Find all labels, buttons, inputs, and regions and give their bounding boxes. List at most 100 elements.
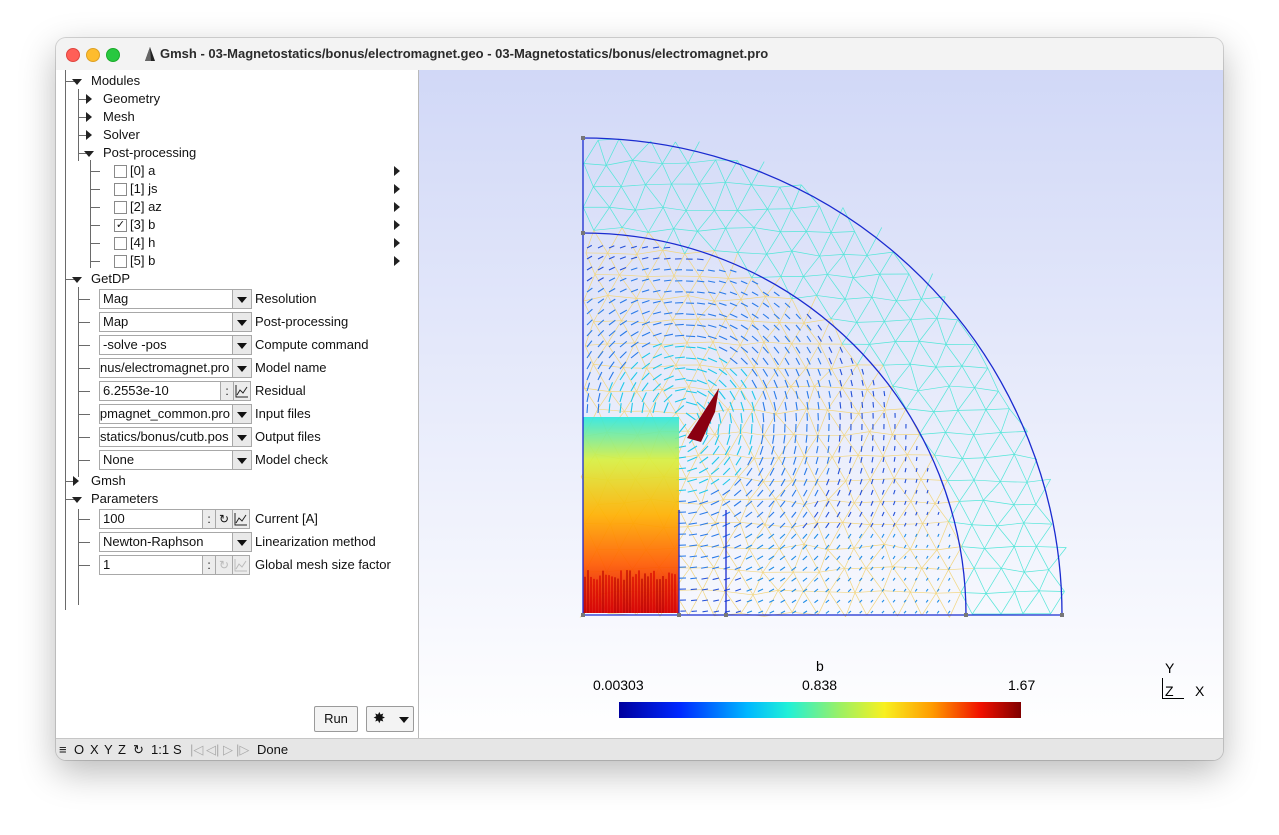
tree-item-solver[interactable]: Solver [103,127,140,142]
last-step-icon[interactable]: |▷ [236,739,249,760]
view-1-label: [1] js [130,181,158,196]
run-button[interactable]: Run [314,706,358,732]
mesh-edge [686,475,711,479]
rotate-icon[interactable]: ↻ [133,739,144,760]
expand-gmsh-icon[interactable] [73,476,79,486]
mesh-edge [609,207,623,228]
mesh-edge [832,454,859,458]
scale-button[interactable]: 1:1 [151,739,169,760]
field-arrow [630,245,637,249]
model-name-input[interactable]: nus/electromagnet.pro [99,358,233,378]
field-arrow [762,324,770,331]
next-step-icon[interactable]: ▷ [223,739,233,760]
expand-post-processing-icon[interactable] [84,151,94,157]
tree-item-parameters[interactable]: Parameters [91,491,158,506]
expand-getdp-icon[interactable] [72,277,82,283]
global-mesh-size-factor-input[interactable]: 1 [99,555,203,575]
mesh-factor-range-button[interactable]: : [202,555,216,575]
field-arrow [751,291,759,296]
current-loop-button[interactable]: ↻ [215,509,233,529]
minimize-window-button[interactable] [86,48,100,62]
expand-parameters-icon[interactable] [72,497,82,503]
residual-input[interactable]: 6.2553e-10 [99,381,221,401]
mesh-edge [1023,546,1037,573]
model-name-dropdown-button[interactable] [232,358,252,378]
view-1-options-arrow-icon[interactable] [394,184,400,194]
current-range-button[interactable]: : [202,509,216,529]
linearization-method-select[interactable]: Newton-Raphson [99,532,233,552]
tree-item-gmsh[interactable]: Gmsh [91,473,126,488]
mesh-edge [767,186,781,210]
view-2-checkbox[interactable] [114,201,127,214]
scale-s-button[interactable]: S [173,739,182,760]
tree-item-modules[interactable]: Modules [91,73,140,88]
field-arrow [925,599,929,603]
field-arrow [859,610,863,614]
mesh-edge [814,385,843,389]
tree-item-mesh[interactable]: Mesh [103,109,135,124]
resolution-select[interactable]: Mag [99,289,233,309]
first-step-icon[interactable]: |◁ [190,739,203,760]
resolution-dropdown-button[interactable] [232,289,252,309]
view-x-button[interactable]: X [90,739,99,760]
mesh-edge [636,389,663,392]
zoom-window-button[interactable] [106,48,120,62]
mesh-factor-loop-button[interactable]: ↻ [215,555,233,575]
view-y-button[interactable]: Y [104,739,113,760]
post-processing-select[interactable]: Map [99,312,233,332]
view-5-checkbox[interactable] [114,255,127,268]
field-arrow [859,500,863,507]
tree-item-geometry[interactable]: Geometry [103,91,160,106]
mesh-edge [817,435,833,458]
output-files-dropdown-button[interactable] [232,427,252,447]
residual-range-button[interactable]: : [220,381,234,401]
status-message: Done [257,742,289,757]
field-arrow [663,279,672,282]
input-files-input[interactable]: pmagnet_common.pro [99,404,233,424]
current-graph-button[interactable] [232,509,250,529]
current-input[interactable]: 100 [99,509,203,529]
expand-geometry-icon[interactable] [86,94,92,104]
mesh-edge [933,410,958,413]
input-files-dropdown-button[interactable] [232,404,252,424]
view-origin-button[interactable]: O [74,739,84,760]
compute-command-input[interactable]: -solve -pos [99,335,233,355]
view-4-checkbox[interactable] [114,237,127,250]
view-z-button[interactable]: Z [118,739,126,760]
expand-mesh-icon[interactable] [86,112,92,122]
field-arrow [779,533,786,540]
mesh-edge [961,546,985,549]
expand-solver-icon[interactable] [86,130,92,140]
mesh-edge [673,275,689,296]
residual-graph-button[interactable] [233,381,251,401]
mesh-factor-graph-button[interactable] [232,555,250,575]
view-3-options-arrow-icon[interactable] [394,220,400,230]
menu-icon[interactable]: ≡ [59,739,67,760]
field-arrow [597,329,605,337]
model-check-select[interactable]: None [99,450,233,470]
output-files-input[interactable]: statics/bonus/cutb.pos [99,427,233,447]
field-plot[interactable] [419,70,1223,738]
view-3-checkbox[interactable]: ✓ [114,219,127,232]
tree-item-post-processing[interactable]: Post-processing [103,145,196,160]
view-0-options-arrow-icon[interactable] [394,166,400,176]
field-arrow [674,377,686,381]
tree-item-getdp[interactable]: GetDP [91,271,130,286]
mesh-edge [792,504,805,528]
view-4-options-arrow-icon[interactable] [394,238,400,248]
linearization-method-dropdown-button[interactable] [232,532,252,552]
previous-step-icon[interactable]: ◁| [206,739,219,760]
solver-options-button[interactable]: ✸ [366,706,414,732]
compute-command-dropdown-button[interactable] [232,335,252,355]
field-arrow [791,566,797,571]
view-1-checkbox[interactable] [114,183,127,196]
view-0-checkbox[interactable] [114,165,127,178]
model-check-dropdown-button[interactable] [232,450,252,470]
view-5-options-arrow-icon[interactable] [394,256,400,266]
graphics-canvas[interactable]: b 0.00303 0.838 1.67 Y Z X [419,70,1223,738]
mesh-edge [737,252,753,278]
post-processing-dropdown-button[interactable] [232,312,252,332]
view-2-options-arrow-icon[interactable] [394,202,400,212]
close-window-button[interactable] [66,48,80,62]
expand-modules-icon[interactable] [72,79,82,85]
